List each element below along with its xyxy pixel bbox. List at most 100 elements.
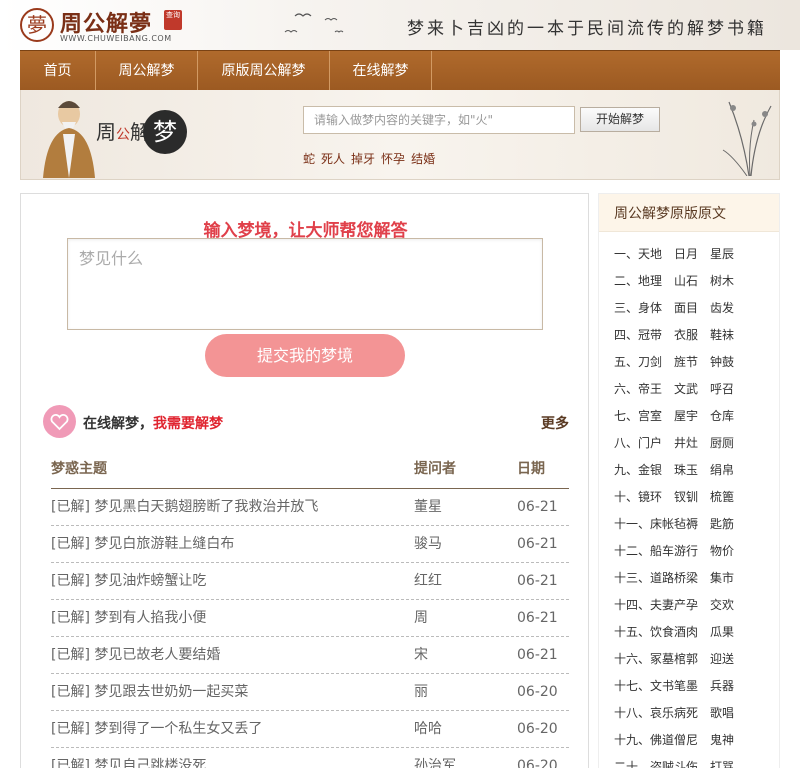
submit-dream-button[interactable]: 提交我的梦境 <box>205 334 405 377</box>
row-asker: 哈哈 <box>414 721 442 737</box>
sidebar-link[interactable]: 毡褥 <box>674 511 710 538</box>
sidebar-link[interactable]: 桥梁 <box>674 565 710 592</box>
sidebar-link[interactable]: 病死 <box>674 700 710 727</box>
sidebar-link[interactable]: 匙筋 <box>710 511 746 538</box>
hot-tag[interactable]: 蛇 <box>303 150 315 167</box>
sidebar-link[interactable]: 十八、哀乐 <box>614 700 674 727</box>
row-date: 06-21 <box>517 536 558 552</box>
sidebar-link[interactable]: 面目 <box>674 295 710 322</box>
sidebar-link[interactable]: 鬼神 <box>710 727 746 754</box>
table-row[interactable]: [已解] 梦到有人掐我小便周 06-21 <box>51 600 569 637</box>
row-topic[interactable]: [已解] 梦到有人掐我小便 <box>51 600 414 636</box>
table-row[interactable]: [已解] 梦见黑白天鹅翅膀断了我救治并放飞 董星 06-21 <box>51 489 569 526</box>
row-topic[interactable]: [已解] 梦见自己跳楼没死 <box>51 748 414 768</box>
table-row[interactable]: [已解] 梦见自己跳楼没死 孙治军 06-20 <box>51 748 569 768</box>
sidebar-link[interactable]: 集市 <box>710 565 746 592</box>
sidebar-link[interactable]: 树木 <box>710 268 746 295</box>
sidebar-link[interactable]: 山石 <box>674 268 710 295</box>
sidebar-link[interactable]: 打骂 <box>710 754 746 768</box>
sidebar-link[interactable]: 兵器 <box>710 673 746 700</box>
hot-tag[interactable]: 结婚 <box>411 150 435 167</box>
sidebar-link[interactable]: 十二、船车 <box>614 538 674 565</box>
sidebar-link[interactable]: 旌节 <box>674 349 710 376</box>
sidebar-link[interactable]: 游行 <box>674 538 710 565</box>
sidebar-link[interactable]: 钟鼓 <box>710 349 746 376</box>
table-row[interactable]: [已解] 梦见白旅游鞋上缝白布 骏马 06-21 <box>51 526 569 563</box>
sidebar-link[interactable]: 七、宫室 <box>614 403 674 430</box>
table-header: 梦惑主题 提问者 日期 <box>51 449 569 489</box>
sidebar-link[interactable]: 星辰 <box>710 241 746 268</box>
row-topic[interactable]: [已解] 梦见跟去世奶奶一起买菜 <box>51 674 414 710</box>
sidebar-link[interactable]: 斗伤 <box>674 754 710 768</box>
sidebar-link[interactable]: 梳篦 <box>710 484 746 511</box>
row-topic[interactable]: [已解] 梦见黑白天鹅翅膀断了我救治并放飞 <box>51 489 414 525</box>
row-topic[interactable]: [已解] 梦见白旅游鞋上缝白布 <box>51 526 414 562</box>
sidebar-link[interactable]: 二、地理 <box>614 268 674 295</box>
sidebar-link[interactable]: 十四、夫妻 <box>614 592 674 619</box>
table-row[interactable]: [已解] 梦见油炸螃蟹让吃 红红 06-21 <box>51 563 569 600</box>
sidebar-link[interactable]: 十五、饮食 <box>614 619 674 646</box>
sidebar-link[interactable]: 鞋袜 <box>710 322 746 349</box>
table-row[interactable]: [已解] 梦见已故老人要结婚宋 06-21 <box>51 637 569 674</box>
sidebar-link[interactable]: 交欢 <box>710 592 746 619</box>
sidebar-link[interactable]: 三、身体 <box>614 295 674 322</box>
sidebar-row: 十六、冢墓 棺郭 迎送 <box>599 646 779 673</box>
sidebar-link[interactable]: 六、帝王 <box>614 376 674 403</box>
sidebar-link[interactable]: 五、刀剑 <box>614 349 674 376</box>
table-row[interactable]: [已解] 梦到得了一个私生女又丢了 哈哈 06-20 <box>51 711 569 748</box>
nav-original[interactable]: 原版周公解梦 <box>198 51 330 91</box>
sidebar-link[interactable]: 屋宇 <box>674 403 710 430</box>
site-logo[interactable]: 夢 周公解夢 WWW.CHUWEIBANG.COM 查询 <box>20 6 185 46</box>
nav-zhougong[interactable]: 周公解梦 <box>96 51 198 91</box>
sidebar-link[interactable]: 笔墨 <box>674 673 710 700</box>
sidebar-link[interactable]: 十一、床帐 <box>614 511 674 538</box>
search-input[interactable]: 请输入做梦内容的关键字，如"火" <box>303 106 575 134</box>
search-button[interactable]: 开始解梦 <box>580 107 660 132</box>
sidebar-link[interactable]: 僧尼 <box>674 727 710 754</box>
sidebar-link[interactable]: 二十、盗贼 <box>614 754 674 768</box>
row-asker: 周 <box>414 610 428 626</box>
need-dream-link[interactable]: 我需要解梦 <box>153 416 223 432</box>
sidebar-link[interactable]: 呼召 <box>710 376 746 403</box>
sidebar-link[interactable]: 衣服 <box>674 322 710 349</box>
sidebar-link[interactable]: 十六、冢墓 <box>614 646 674 673</box>
sidebar-link[interactable]: 文武 <box>674 376 710 403</box>
row-topic[interactable]: [已解] 梦见油炸螃蟹让吃 <box>51 563 414 599</box>
sidebar-link[interactable]: 酒肉 <box>674 619 710 646</box>
sidebar-link[interactable]: 产孕 <box>674 592 710 619</box>
sidebar-link[interactable]: 十三、道路 <box>614 565 674 592</box>
sidebar-link[interactable]: 钗钏 <box>674 484 710 511</box>
row-topic[interactable]: [已解] 梦见已故老人要结婚 <box>51 637 414 673</box>
sidebar-link[interactable]: 井灶 <box>674 430 710 457</box>
sidebar-link[interactable]: 一、天地 <box>614 241 674 268</box>
sidebar-link[interactable]: 厨厕 <box>710 430 746 457</box>
hot-tag[interactable]: 掉牙 <box>351 150 375 167</box>
sidebar-link[interactable]: 日月 <box>674 241 710 268</box>
sidebar-link[interactable]: 四、冠带 <box>614 322 674 349</box>
row-topic[interactable]: [已解] 梦到得了一个私生女又丢了 <box>51 711 414 747</box>
sidebar-link[interactable]: 棺郭 <box>674 646 710 673</box>
sidebar-link[interactable]: 齿发 <box>710 295 746 322</box>
row-date: 06-21 <box>517 499 558 515</box>
sidebar-link[interactable]: 物价 <box>710 538 746 565</box>
more-link[interactable]: 更多 <box>541 413 569 433</box>
table-row[interactable]: [已解] 梦见跟去世奶奶一起买菜丽 06-20 <box>51 674 569 711</box>
hot-tag[interactable]: 死人 <box>321 150 345 167</box>
hot-tag[interactable]: 怀孕 <box>381 150 405 167</box>
sidebar-link[interactable]: 歌唱 <box>710 700 746 727</box>
sidebar-link[interactable]: 绢帛 <box>710 457 746 484</box>
sidebar-link[interactable]: 十七、文书 <box>614 673 674 700</box>
sidebar-category-list: 一、天地 日月 星辰 二、地理 山石 树木 三、身体 面目 齿发 四、冠带 衣服 鞋袜 五、刀剑… <box>599 232 779 768</box>
dream-textarea[interactable]: 梦见什么 <box>67 238 543 330</box>
nav-online[interactable]: 在线解梦 <box>330 51 432 91</box>
sidebar-link[interactable]: 九、金银 <box>614 457 674 484</box>
sidebar-link[interactable]: 十九、佛道 <box>614 727 674 754</box>
sidebar-link[interactable]: 瓜果 <box>710 619 746 646</box>
nav-home[interactable]: 首页 <box>20 51 96 91</box>
sidebar-link[interactable]: 八、门户 <box>614 430 674 457</box>
sidebar-row: 三、身体 面目 齿发 <box>599 295 779 322</box>
sidebar-link[interactable]: 迎送 <box>710 646 746 673</box>
sidebar-link[interactable]: 珠玉 <box>674 457 710 484</box>
sidebar-link[interactable]: 仓库 <box>710 403 746 430</box>
sidebar-link[interactable]: 十、镜环 <box>614 484 674 511</box>
